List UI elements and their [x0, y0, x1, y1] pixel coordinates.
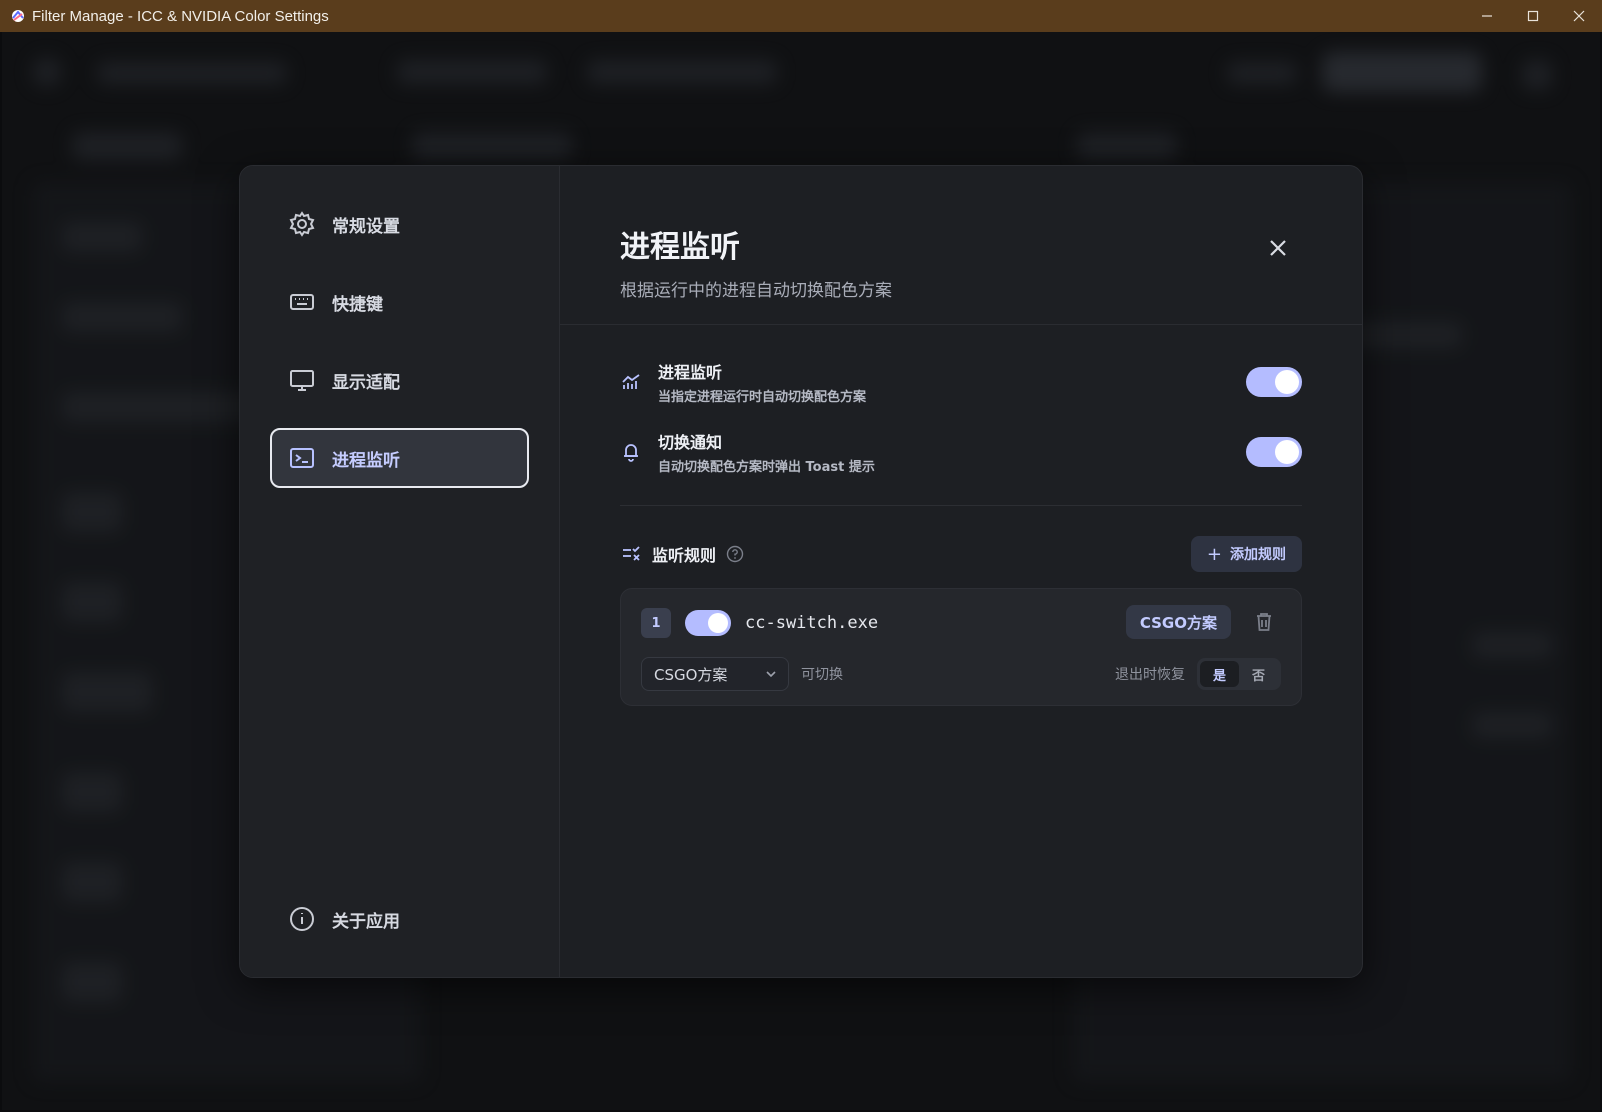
sidebar-item-label: 快捷键 — [332, 294, 383, 315]
scheme-select-value: CSGO方案 — [654, 665, 728, 684]
setting-switch-notification: 切换通知 自动切换配色方案时弹出 Toast 提示 — [620, 417, 1302, 487]
close-window-button[interactable] — [1556, 0, 1602, 32]
app-logo-icon — [12, 10, 24, 22]
sidebar-item-shortcuts[interactable]: 快捷键 — [270, 272, 529, 332]
panel-title: 进程监听 — [620, 230, 740, 265]
bell-icon — [620, 441, 642, 463]
panel-subtitle: 根据运行中的进程自动切换配色方案 — [620, 281, 892, 301]
setting-title: 切换通知 — [658, 433, 723, 452]
rule-enabled-toggle[interactable] — [685, 610, 731, 636]
minimize-icon — [1482, 15, 1492, 17]
setting-title: 进程监听 — [658, 363, 723, 382]
sidebar-item-label: 常规设置 — [332, 216, 400, 237]
section-divider — [620, 505, 1302, 506]
restore-no-option[interactable]: 否 — [1239, 661, 1278, 687]
close-dialog-button[interactable] — [1264, 234, 1292, 262]
sidebar-item-label: 显示适配 — [332, 372, 400, 393]
keyboard-icon — [288, 288, 316, 316]
settings-sidebar: 常规设置 快捷键 显示适配 进程监听 关于应用 — [240, 166, 560, 977]
sidebar-item-display[interactable]: 显示适配 — [270, 350, 529, 410]
window-titlebar: Filter Manage - ICC & NVIDIA Color Setti… — [0, 0, 1602, 32]
maximize-button[interactable] — [1510, 0, 1556, 32]
info-icon — [288, 905, 316, 933]
window-title: Filter Manage - ICC & NVIDIA Color Setti… — [32, 7, 329, 25]
add-rule-button[interactable]: + 添加规则 — [1190, 536, 1302, 572]
list-check-icon — [620, 543, 642, 565]
sidebar-item-label: 进程监听 — [332, 450, 400, 471]
panel-header: 进程监听 根据运行中的进程自动切换配色方案 — [560, 166, 1362, 325]
monitor-icon — [288, 366, 316, 394]
switch-notification-toggle[interactable] — [1246, 437, 1302, 467]
gear-icon — [288, 210, 316, 238]
setting-description: 当指定进程运行时自动切换配色方案 — [658, 390, 867, 405]
sidebar-item-general[interactable]: 常规设置 — [270, 194, 529, 254]
setting-process-monitor: 进程监听 当指定进程运行时自动切换配色方案 — [620, 347, 1302, 417]
add-rule-label: 添加规则 — [1230, 547, 1286, 563]
switchable-label: 可切换 — [801, 667, 843, 683]
restore-on-exit-label: 退出时恢复 — [1115, 667, 1185, 683]
restore-yes-option[interactable]: 是 — [1200, 661, 1239, 687]
restore-on-exit-segmented: 是 否 — [1197, 658, 1281, 690]
sidebar-item-label: 关于应用 — [332, 911, 400, 932]
rule-scheme-badge: CSGO方案 — [1125, 605, 1231, 639]
minimize-button[interactable] — [1464, 0, 1510, 32]
rule-card: 1 cc-switch.exe CSGO方案 CSGO方案 可切换 退出时恢复 … — [620, 588, 1302, 706]
scheme-select[interactable]: CSGO方案 — [641, 657, 789, 691]
rule-index-badge: 1 — [641, 608, 671, 638]
rules-title: 监听规则 — [652, 546, 717, 565]
process-monitor-toggle[interactable] — [1246, 367, 1302, 397]
rules-header: 监听规则 + 添加规则 — [620, 536, 1302, 572]
settings-dialog: 常规设置 快捷键 显示适配 进程监听 关于应用 进程监听 根据运行中的进程自动切… — [239, 165, 1363, 978]
close-icon — [1573, 10, 1585, 22]
chevron-down-icon — [764, 667, 778, 681]
settings-panel: 进程监听 根据运行中的进程自动切换配色方案 进程监听 当指定进程运行时自动切换配… — [560, 166, 1362, 977]
trash-icon — [1257, 613, 1271, 631]
terminal-icon — [288, 444, 316, 472]
plus-icon: + — [1206, 543, 1222, 565]
chart-icon — [620, 371, 642, 393]
setting-description: 自动切换配色方案时弹出 Toast 提示 — [658, 460, 875, 475]
close-icon — [1270, 240, 1286, 256]
sidebar-item-process-monitor[interactable]: 进程监听 — [270, 428, 529, 488]
delete-rule-button[interactable] — [1253, 611, 1275, 633]
sidebar-item-about[interactable]: 关于应用 — [270, 889, 529, 949]
help-icon[interactable] — [726, 545, 744, 563]
rule-process-name: cc-switch.exe — [745, 613, 879, 633]
maximize-icon — [1527, 10, 1539, 22]
